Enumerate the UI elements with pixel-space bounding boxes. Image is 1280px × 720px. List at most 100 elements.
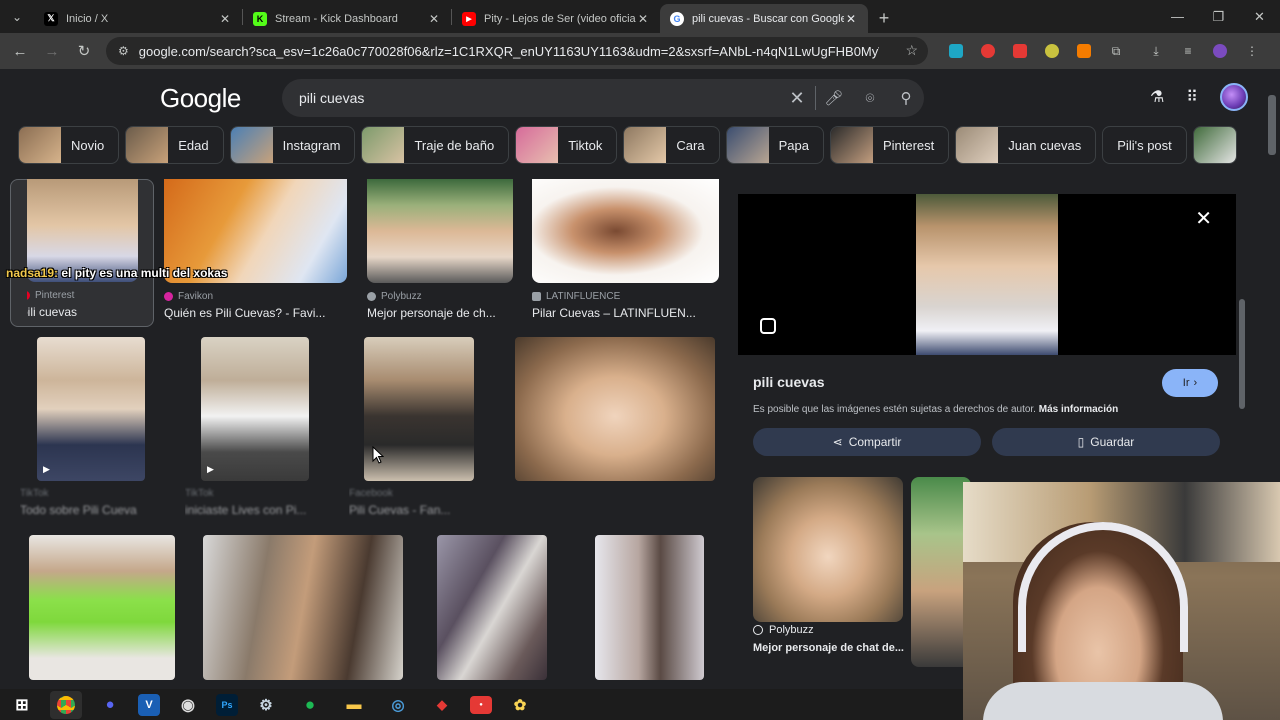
steam-icon[interactable]: ⚙ bbox=[250, 691, 282, 719]
chip-thumbnail bbox=[126, 127, 169, 163]
image-result[interactable] bbox=[595, 535, 704, 680]
result-title[interactable]: Todo sobre Pili Cueva bbox=[20, 503, 162, 517]
menu-icon[interactable]: ⋮ bbox=[1236, 33, 1268, 69]
microphone-icon[interactable]: 🎤︎ bbox=[816, 79, 852, 117]
chevron-right-icon: › bbox=[1193, 377, 1198, 389]
labs-icon[interactable]: ⚗ bbox=[1150, 87, 1164, 107]
close-icon[interactable]: ✕ bbox=[218, 12, 232, 26]
chip-papa[interactable]: Papa bbox=[725, 126, 824, 164]
play-icon: ▶ bbox=[43, 464, 50, 474]
close-panel-icon[interactable]: ✕ bbox=[1195, 206, 1212, 231]
image-result[interactable]: ▶ TikTok Todo sobre Pili Cueva bbox=[20, 337, 162, 517]
panel-scrollbar[interactable] bbox=[1238, 269, 1246, 409]
new-tab-button[interactable]: + bbox=[868, 4, 900, 33]
close-icon[interactable]: ✕ bbox=[427, 12, 441, 26]
vegas-icon[interactable]: V bbox=[138, 693, 160, 716]
chrome-icon[interactable] bbox=[50, 690, 82, 719]
chip-traje-de-bano[interactable]: Traje de baño bbox=[361, 126, 510, 164]
tab-kick[interactable]: K Stream - Kick Dashboard ✕ bbox=[243, 4, 451, 33]
visit-button[interactable]: Ir › bbox=[1162, 369, 1218, 397]
reload-icon[interactable]: ↻ bbox=[68, 35, 100, 67]
image-result[interactable]: Pinterest pili cuevas bbox=[27, 179, 138, 325]
extension-icon[interactable] bbox=[940, 33, 972, 69]
download-icon[interactable]: ⤓ bbox=[1140, 33, 1172, 69]
tab-x[interactable]: 𝕏 Inicio / X ✕ bbox=[34, 4, 242, 33]
obs-icon[interactable]: ◉ bbox=[172, 691, 204, 719]
result-title[interactable]: Quién es Pili Cuevas? - Favi... bbox=[164, 306, 347, 320]
extension-icon[interactable] bbox=[1036, 33, 1068, 69]
app-icon[interactable]: ◎ bbox=[382, 691, 414, 719]
minimize-icon[interactable]: — bbox=[1157, 0, 1198, 33]
result-title[interactable]: pili cuevas bbox=[27, 305, 138, 319]
forward-arrow-icon[interactable]: → bbox=[36, 35, 68, 67]
account-avatar[interactable] bbox=[1220, 83, 1248, 111]
chip-juan-cuevas[interactable]: Juan cuevas bbox=[955, 126, 1097, 164]
related-title[interactable]: Mejor personaje de chat de... bbox=[753, 642, 904, 654]
lens-icon[interactable]: ⌾ bbox=[852, 79, 888, 117]
close-icon[interactable]: ✕ bbox=[636, 12, 650, 26]
extension-icon[interactable] bbox=[1004, 33, 1036, 69]
profile-icon[interactable] bbox=[1204, 33, 1236, 69]
image-result[interactable]: ▶ TikTok iniciaste Lives con Pi... bbox=[185, 337, 327, 517]
result-title[interactable]: Mejor personaje de ch... bbox=[367, 306, 513, 320]
search-icon[interactable]: ⚲ bbox=[888, 79, 924, 117]
image-result[interactable]: Favikon Quién es Pili Cuevas? - Favi... bbox=[164, 179, 347, 325]
app-icon[interactable]: ◆ bbox=[426, 691, 458, 719]
tab-google[interactable]: G pili cuevas - Buscar con Google ✕ bbox=[660, 4, 868, 33]
lens-search-icon[interactable] bbox=[760, 318, 776, 334]
apps-grid-icon[interactable]: ⠿ bbox=[1186, 87, 1198, 107]
bookmark-star-icon[interactable]: ☆ bbox=[905, 42, 918, 59]
result-title[interactable]: iniciaste Lives con Pi... bbox=[185, 503, 327, 517]
image-result[interactable] bbox=[29, 535, 175, 680]
panel-scroll-thumb[interactable] bbox=[1239, 299, 1245, 409]
chip-cara[interactable]: Cara bbox=[623, 126, 720, 164]
image-result[interactable] bbox=[203, 535, 403, 680]
windows-start-icon[interactable]: ⊞ bbox=[6, 691, 38, 719]
result-title[interactable]: Pili Cuevas - Fan... bbox=[349, 503, 489, 517]
chip-thumbnail bbox=[624, 127, 667, 163]
result-title[interactable]: Pilar Cuevas – LATINFLUEN... bbox=[532, 306, 719, 320]
chip-instagram[interactable]: Instagram bbox=[229, 126, 356, 164]
chip-novio[interactable]: Novio bbox=[18, 126, 120, 164]
address-bar[interactable]: ⚙ google.com/search?sca_esv=1c26a0c77002… bbox=[106, 37, 928, 65]
image-result[interactable]: Facebook Pili Cuevas - Fan... bbox=[349, 337, 489, 517]
media-icon[interactable]: ≡ bbox=[1172, 33, 1204, 69]
tab-search-button[interactable]: ⌄ bbox=[0, 0, 34, 33]
related-image[interactable] bbox=[753, 477, 903, 622]
more-info-link[interactable]: Más información bbox=[1039, 404, 1118, 415]
close-window-icon[interactable]: ✕ bbox=[1239, 0, 1280, 33]
image-result[interactable] bbox=[437, 535, 547, 680]
chip-pinterest[interactable]: Pinterest bbox=[829, 126, 950, 164]
save-button[interactable]: ▯ Guardar bbox=[992, 428, 1220, 456]
app-icon[interactable]: ✿ bbox=[504, 691, 536, 719]
extension-icon[interactable] bbox=[972, 33, 1004, 69]
share-button[interactable]: ⋖ Compartir bbox=[753, 428, 981, 456]
chip-edad[interactable]: Edad bbox=[125, 126, 224, 164]
site-info-icon[interactable]: ⚙ bbox=[118, 44, 129, 58]
image-result[interactable]: LATINFLUENCE Pilar Cuevas – LATINFLUEN..… bbox=[532, 179, 719, 325]
search-input[interactable]: pili cuevas bbox=[299, 90, 779, 106]
chip-tiktok[interactable]: Tiktok bbox=[515, 126, 618, 164]
spotify-icon[interactable]: ● bbox=[294, 691, 326, 719]
clear-icon[interactable]: ✕ bbox=[779, 79, 815, 117]
preview-image[interactable] bbox=[916, 194, 1058, 355]
discord-icon[interactable]: ● bbox=[94, 691, 126, 719]
search-box[interactable]: pili cuevas ✕ 🎤︎ ⌾ ⚲ bbox=[282, 79, 924, 117]
back-arrow-icon[interactable]: ← bbox=[4, 35, 36, 67]
puzzle-icon[interactable]: ⧉ bbox=[1100, 33, 1132, 69]
related-image[interactable] bbox=[911, 477, 971, 667]
google-logo[interactable]: Google bbox=[160, 83, 241, 114]
photoshop-icon[interactable]: Ps bbox=[216, 693, 238, 716]
image-result[interactable] bbox=[515, 337, 715, 517]
image-result[interactable]: Polybuzz Mejor personaje de ch... bbox=[367, 179, 513, 325]
extension-icon[interactable] bbox=[1068, 33, 1100, 69]
preview-title[interactable]: pili cuevas bbox=[753, 374, 825, 390]
chip-more[interactable] bbox=[1192, 126, 1237, 164]
file-explorer-icon[interactable]: ▬ bbox=[338, 691, 370, 719]
close-icon[interactable]: ✕ bbox=[844, 12, 858, 26]
restore-icon[interactable]: ❐ bbox=[1198, 0, 1239, 33]
tab-youtube[interactable]: ▶ Pity - Lejos de Ser (video oficial ✕ bbox=[452, 4, 660, 33]
app-icon[interactable]: ● bbox=[470, 695, 492, 714]
chip-pilis-post[interactable]: Pili's post bbox=[1102, 126, 1187, 164]
page-scrollbar[interactable] bbox=[1268, 95, 1276, 155]
